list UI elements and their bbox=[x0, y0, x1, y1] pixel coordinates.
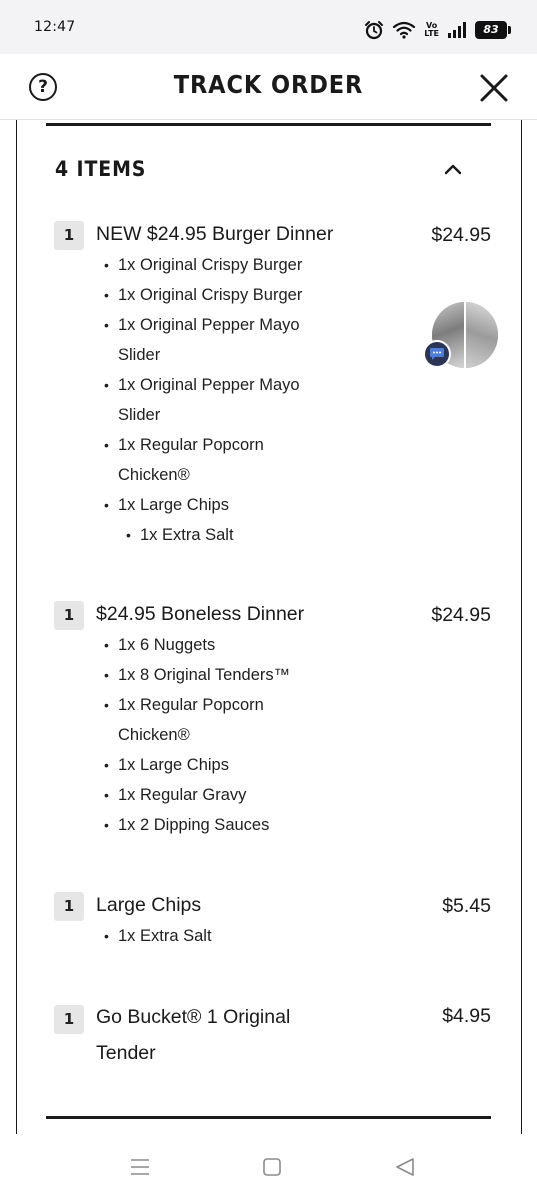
quantity-badge: 1 bbox=[54, 1005, 84, 1034]
modifier-item: 1x Regular Popcorn Chicken® bbox=[104, 430, 294, 490]
status-icons: Vo LTE 83 bbox=[364, 18, 511, 42]
avatar-photo bbox=[466, 302, 498, 368]
modifier-item: 1x 2 Dipping Sauces bbox=[104, 810, 344, 840]
modifier-item: 1x Regular Popcorn Chicken® bbox=[104, 690, 294, 750]
wifi-icon bbox=[393, 21, 416, 39]
battery-indicator: 83 bbox=[475, 21, 511, 39]
modifier-item: 1x Extra Salt bbox=[104, 921, 344, 951]
modifier-item: 1x Regular Gravy bbox=[104, 780, 344, 810]
system-nav-bar bbox=[0, 1134, 537, 1200]
modifier-item: 1x Original Pepper Mayo Slider bbox=[104, 310, 319, 370]
app-header: ? TRACK ORDER bbox=[0, 54, 537, 120]
status-time: 12:47 bbox=[34, 19, 76, 35]
item-name: $24.95 Boneless Dinner bbox=[96, 603, 305, 625]
volte-indicator: Vo LTE bbox=[424, 21, 439, 38]
signal-icon bbox=[448, 22, 466, 38]
divider bbox=[46, 123, 491, 126]
order-item: 1 Go Bucket® 1 Original Tender $4.95 bbox=[54, 1002, 494, 1074]
triangle-back-icon[interactable] bbox=[394, 1156, 416, 1178]
order-item: 1 $24.95 Boneless Dinner $24.95 1x 6 Nug… bbox=[54, 601, 494, 841]
item-name: Go Bucket® 1 Original Tender bbox=[96, 1006, 291, 1064]
modifier-item: 1x Original Crispy Burger bbox=[104, 280, 344, 310]
order-item: 1 NEW $24.95 Burger Dinner $24.95 1x Ori… bbox=[54, 221, 494, 551]
square-icon[interactable] bbox=[262, 1156, 282, 1178]
modifier-list: 1x Original Crispy Burger 1x Original Cr… bbox=[104, 250, 344, 550]
item-price: $5.45 bbox=[442, 895, 491, 917]
modifier-list: 1x Extra Salt bbox=[104, 921, 344, 951]
chevron-up-icon[interactable] bbox=[442, 160, 464, 178]
modifier-item: 1x 6 Nuggets bbox=[104, 630, 344, 660]
page-title: TRACK ORDER bbox=[173, 70, 364, 99]
quantity-badge: 1 bbox=[54, 221, 84, 250]
item-name: Large Chips bbox=[96, 894, 202, 916]
item-name: NEW $24.95 Burger Dinner bbox=[96, 223, 334, 245]
quantity-badge: 1 bbox=[54, 601, 84, 630]
modifier-item: 1x Large Chips bbox=[104, 490, 344, 520]
menu-lines-icon[interactable] bbox=[129, 1156, 151, 1178]
item-price: $24.95 bbox=[431, 224, 491, 246]
close-icon[interactable] bbox=[478, 72, 510, 104]
item-price: $24.95 bbox=[431, 604, 491, 626]
modifier-list: 1x 6 Nuggets 1x 8 Original Tenders™ 1x R… bbox=[104, 630, 344, 840]
modifier-item: 1x Original Crispy Burger bbox=[104, 250, 344, 280]
chat-bubble-icon[interactable] bbox=[423, 340, 451, 368]
avatar-divider bbox=[464, 302, 466, 368]
modifier-subitem: 1x Extra Salt bbox=[126, 520, 344, 550]
modifier-item: 1x Original Pepper Mayo Slider bbox=[104, 370, 319, 430]
modifier-item: 1x 8 Original Tenders™ bbox=[104, 660, 344, 690]
items-heading: 4 ITEMS bbox=[55, 157, 147, 181]
item-price: $4.95 bbox=[442, 1005, 491, 1027]
status-bar: 12:47 Vo LTE 83 bbox=[0, 0, 537, 54]
modifier-item: 1x Large Chips bbox=[104, 750, 344, 780]
order-item: 1 Large Chips $5.45 1x Extra Salt bbox=[54, 892, 494, 952]
quantity-badge: 1 bbox=[54, 892, 84, 921]
alarm-icon bbox=[365, 21, 384, 40]
divider bbox=[46, 1116, 491, 1119]
